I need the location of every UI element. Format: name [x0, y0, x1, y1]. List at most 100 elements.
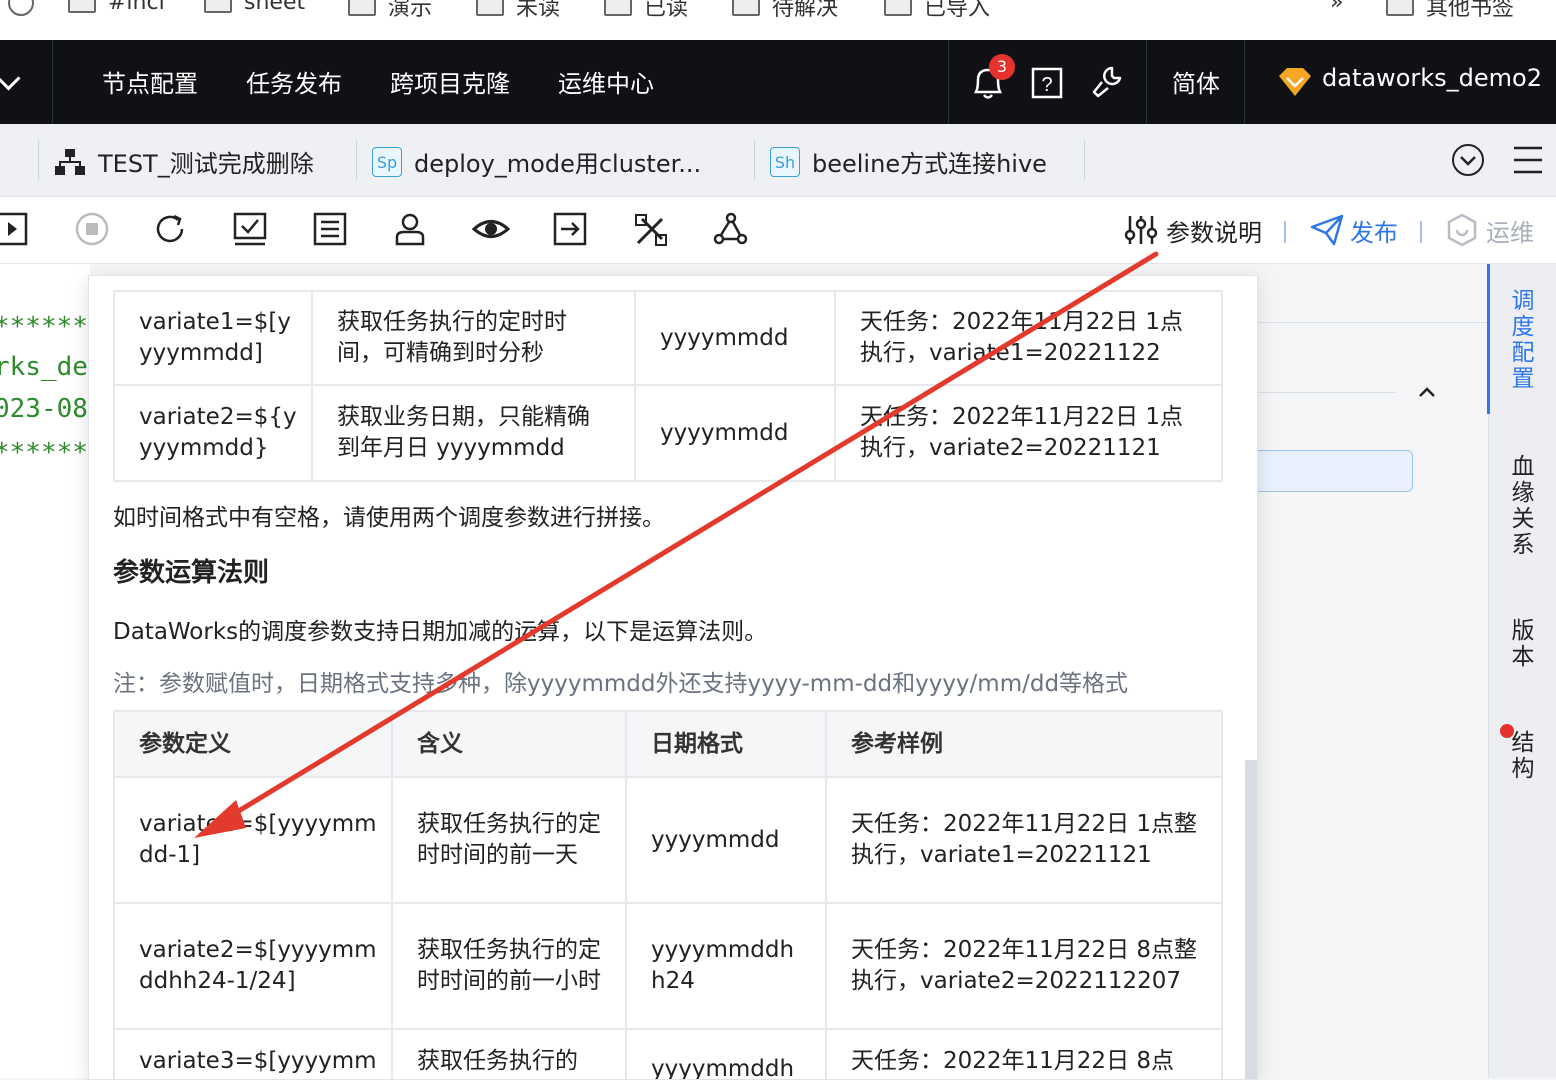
table-cell: yyyymmdd	[634, 384, 836, 482]
table-cell: 获取任务执行的定时时间的前一小时	[391, 902, 627, 1030]
table-row: variate1=$[y yyymmdd] 获取任务执行的定时时间，可精确到时分…	[113, 290, 1223, 386]
check-format-icon[interactable]	[232, 211, 268, 247]
table-cell: variate2=$[yyyymm ddhh24-1/24]	[113, 902, 393, 1030]
table-cell: yyyymmdd	[634, 290, 836, 386]
code-editor[interactable]: ****** rks_de 023-08 ******	[0, 264, 90, 1078]
table-header: 参数定义	[113, 710, 393, 778]
publish-button[interactable]: 发布	[1350, 213, 1398, 248]
bookmark-item[interactable]: sheet	[204, 0, 305, 15]
stop-icon[interactable]	[74, 211, 110, 247]
table-cell: 天任务：2022年11月22日 1点整执行，variate1=20221121	[825, 776, 1223, 904]
lineage-graph-icon[interactable]	[712, 211, 750, 249]
table-cell: yyyymmdd	[625, 776, 827, 904]
language-switch[interactable]: 简体	[1172, 64, 1220, 99]
bookmark-globe[interactable]	[8, 0, 34, 16]
code-line: ******	[0, 312, 88, 342]
divider	[1284, 221, 1286, 243]
folder-icon	[348, 0, 376, 16]
divider	[1146, 40, 1147, 124]
bookmark-item[interactable]: 已读	[604, 0, 688, 22]
divider	[1244, 40, 1245, 124]
popover-scrollbar[interactable]	[1245, 760, 1257, 1079]
table-cell: variate2=${y yyymmdd}	[113, 384, 313, 482]
nav-ops-center[interactable]: 运维中心	[558, 64, 654, 99]
table-cell: 天任务：2022年11月22日 1点执行，variate2=20221121	[834, 384, 1223, 482]
bookmark-item[interactable]: 演示	[348, 0, 432, 22]
file-tabs-bar: TEST_测试完成删除 Sp deploy_mode用cluster... Sh…	[0, 124, 1556, 197]
divider	[1420, 221, 1422, 243]
bookmark-other[interactable]: 其他书签	[1386, 0, 1514, 22]
folder-icon	[732, 0, 760, 16]
back-chevron-icon[interactable]	[0, 66, 21, 91]
format-icon[interactable]	[312, 211, 348, 247]
chevron-down-circle-icon[interactable]	[1450, 142, 1486, 178]
table-header-row: 参数定义 含义 日期格式 参考样例	[113, 710, 1223, 778]
divider	[1084, 140, 1085, 180]
divider	[52, 40, 53, 124]
bookmark-item[interactable]: #inci	[68, 0, 165, 15]
table-cell: 获取任务执行的定时时间的前一天	[391, 776, 627, 904]
refresh-icon[interactable]	[152, 211, 188, 247]
sidebar-tab-structure[interactable]: 结构	[1509, 730, 1537, 782]
table-row: variate2=$[yyyymm ddhh24-1/24] 获取任务执行的定时…	[113, 902, 1223, 1030]
folder-icon	[884, 0, 912, 16]
sidebar-tab-schedule-config[interactable]: 调度配置	[1509, 288, 1537, 392]
bookmark-item[interactable]: 待解决	[732, 0, 838, 22]
tab-spark[interactable]: Sp deploy_mode用cluster...	[372, 144, 701, 179]
divider	[754, 140, 755, 180]
user-name[interactable]: dataworks_demo2	[1322, 64, 1542, 92]
space-note-text: 如时间格式中有空格，请使用两个调度参数进行拼接。	[113, 505, 665, 531]
tab-shell[interactable]: Sh beeline方式连接hive	[770, 144, 1047, 179]
param-help-button[interactable]: 参数说明	[1166, 213, 1262, 248]
table-cell: variate1=$[yyyymm dd-1]	[113, 776, 393, 904]
nav-task-publish[interactable]: 任务发布	[246, 64, 342, 99]
help-icon[interactable]: ?	[1030, 66, 1064, 100]
schedule-config-panel	[1256, 264, 1488, 1078]
sidebar-tab-version[interactable]: 版本	[1509, 618, 1537, 670]
param-ops-table: 参数定义 含义 日期格式 参考样例 variate1=$[yyyymm dd-1…	[113, 710, 1223, 1079]
folder-icon	[204, 0, 232, 13]
config-input[interactable]	[1256, 450, 1413, 492]
globe-icon	[8, 0, 34, 16]
divider	[1256, 322, 1488, 323]
preview-eye-icon[interactable]	[472, 211, 510, 247]
wrench-icon[interactable]	[1090, 64, 1126, 100]
popover-caret	[1236, 276, 1257, 290]
menu-icon[interactable]	[1512, 144, 1544, 176]
nav-node-config[interactable]: 节点配置	[102, 64, 198, 99]
divider	[1256, 392, 1396, 393]
tools-icon[interactable]	[632, 211, 670, 249]
divider	[356, 140, 357, 180]
bookmarks-overflow[interactable]: »	[1330, 0, 1343, 15]
table-header: 参考样例	[825, 710, 1223, 778]
table-header: 含义	[391, 710, 627, 778]
table-cell: yyyymmddh h24	[625, 902, 827, 1030]
code-line: 023-08	[0, 394, 88, 424]
code-line: rks_de	[0, 352, 88, 382]
param-help-popover: variate1=$[y yyymmdd] 获取任务执行的定时时间，可精确到时分…	[88, 275, 1258, 1080]
code-line: ******	[0, 438, 88, 468]
ops-button[interactable]: 运维	[1486, 213, 1534, 248]
bookmark-item[interactable]: 已导入	[884, 0, 990, 22]
divider	[38, 140, 39, 180]
table-cell: 获取任务执行的定时时间，可精确到时分秒	[311, 290, 636, 386]
section-description: DataWorks的调度参数支持日期加减的运算，以下是运算法则。	[113, 619, 768, 645]
format-note: 注：参数赋值时，日期格式支持多种，除yyyymmdd外还支持yyyy-mm-dd…	[113, 671, 1129, 697]
run-icon[interactable]	[0, 211, 30, 247]
chevron-up-icon[interactable]	[1416, 384, 1438, 400]
spark-node-icon: Sp	[372, 146, 402, 177]
tab-workflow[interactable]: TEST_测试完成删除	[54, 144, 314, 179]
folder-icon	[68, 0, 96, 13]
svg-text:?: ?	[1041, 74, 1052, 96]
export-icon[interactable]	[552, 211, 588, 247]
sidebar-tab-lineage[interactable]: 血缘关系	[1509, 454, 1537, 558]
table-cell: 天任务：2022年11月22日 8点整执行，variate2=202211220…	[825, 902, 1223, 1030]
section-title: 参数运算法则	[113, 558, 270, 588]
notification-badge: 3	[989, 54, 1015, 80]
folder-icon	[604, 0, 632, 16]
table-cell: 获取任务执行的	[391, 1028, 627, 1079]
bookmarks-bar: #inci sheet 演示 未读 已读 待解决 已导入 » 其他书签	[0, 0, 1556, 41]
nav-cross-project-clone[interactable]: 跨项目克隆	[390, 64, 510, 99]
user-icon[interactable]	[392, 211, 428, 247]
bookmark-item[interactable]: 未读	[476, 0, 560, 22]
